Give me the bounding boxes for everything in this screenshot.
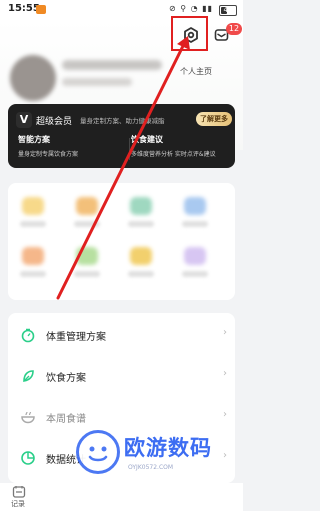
grid-item-label bbox=[128, 221, 154, 227]
vip-description: 量身定制方案、助力健康减脂 bbox=[80, 117, 165, 125]
watermark-title: 欧游数码 bbox=[124, 436, 212, 460]
message-count-badge: 12 bbox=[226, 23, 242, 35]
grid-item-icon[interactable] bbox=[76, 247, 98, 265]
username-blurred bbox=[62, 60, 162, 70]
feature-desc: 多维度营养分析 实时点评&建议 bbox=[131, 151, 216, 158]
grid-item-label bbox=[74, 221, 100, 227]
grid-item-icon[interactable] bbox=[22, 247, 44, 265]
grid-item-icon[interactable] bbox=[76, 197, 98, 215]
grid-item-label bbox=[74, 271, 100, 277]
record-tab-label[interactable]: 记录 bbox=[11, 499, 25, 509]
grid-item-label bbox=[182, 271, 208, 277]
grid-item-label bbox=[182, 221, 208, 227]
menu-item-label: 饮食方案 bbox=[46, 373, 86, 384]
notification-badge-icon bbox=[36, 5, 46, 14]
battery-level: 40 bbox=[223, 6, 233, 14]
feature-diet-advice: 饮食建议 多维度营养分析 实时点评&建议 bbox=[131, 134, 216, 158]
chevron-right-icon: › bbox=[223, 368, 227, 379]
smile-icon bbox=[88, 446, 108, 462]
battery-icon: 40 bbox=[219, 5, 237, 16]
grid-item-icon[interactable] bbox=[184, 247, 206, 265]
feature-title: 饮食建议 bbox=[131, 135, 163, 144]
user-info-blurred bbox=[62, 78, 132, 86]
profile-page-link[interactable]: 个人主页 bbox=[180, 66, 212, 77]
watermark: 欧游数码 OYJK0572.COM bbox=[76, 430, 236, 500]
menu-item-label: 本周食谱 bbox=[46, 414, 86, 425]
record-tab-icon[interactable] bbox=[12, 485, 26, 498]
learn-more-button[interactable]: 了解更多 bbox=[196, 112, 232, 126]
chevron-right-icon: › bbox=[223, 327, 227, 338]
vip-member-card[interactable]: V 超级会员 量身定制方案、助力健康减脂 了解更多 智能方案 量身定制专属饮食方… bbox=[8, 104, 235, 168]
feature-grid-blurred bbox=[8, 183, 235, 300]
feature-smart-plan: 智能方案 量身定制专属饮食方案 bbox=[18, 134, 78, 158]
menu-item-diet-plan[interactable]: 饮食方案 › bbox=[8, 360, 235, 393]
grid-item-icon[interactable] bbox=[22, 197, 44, 215]
bowl-icon bbox=[21, 411, 35, 424]
watermark-url: OYJK0572.COM bbox=[128, 464, 174, 471]
watermark-logo-icon bbox=[76, 430, 120, 474]
avatar[interactable] bbox=[10, 55, 56, 101]
grid-item-label bbox=[20, 271, 46, 277]
annotation-highlight-box bbox=[171, 16, 208, 51]
chevron-right-icon: › bbox=[223, 409, 227, 420]
grid-item-icon[interactable] bbox=[184, 197, 206, 215]
feature-desc: 量身定制专属饮食方案 bbox=[18, 151, 79, 158]
divider bbox=[129, 138, 130, 160]
pie-icon bbox=[21, 451, 35, 465]
vip-logo-icon: V bbox=[16, 112, 32, 128]
grid-item-label bbox=[128, 271, 154, 277]
grid-item-icon[interactable] bbox=[130, 247, 152, 265]
leaf-icon bbox=[23, 370, 34, 382]
feature-title: 智能方案 bbox=[18, 135, 50, 144]
scale-icon bbox=[21, 328, 35, 343]
menu-item-label: 体重管理方案 bbox=[46, 332, 106, 343]
menu-item-weight-plan[interactable]: 体重管理方案 › bbox=[8, 319, 235, 352]
grid-item-label bbox=[20, 221, 46, 227]
status-icons: ⊘ ⚲ ◔ ▮▮ bbox=[169, 4, 213, 13]
vip-title: 超级会员 bbox=[36, 117, 73, 127]
grid-item-icon[interactable] bbox=[130, 197, 152, 215]
